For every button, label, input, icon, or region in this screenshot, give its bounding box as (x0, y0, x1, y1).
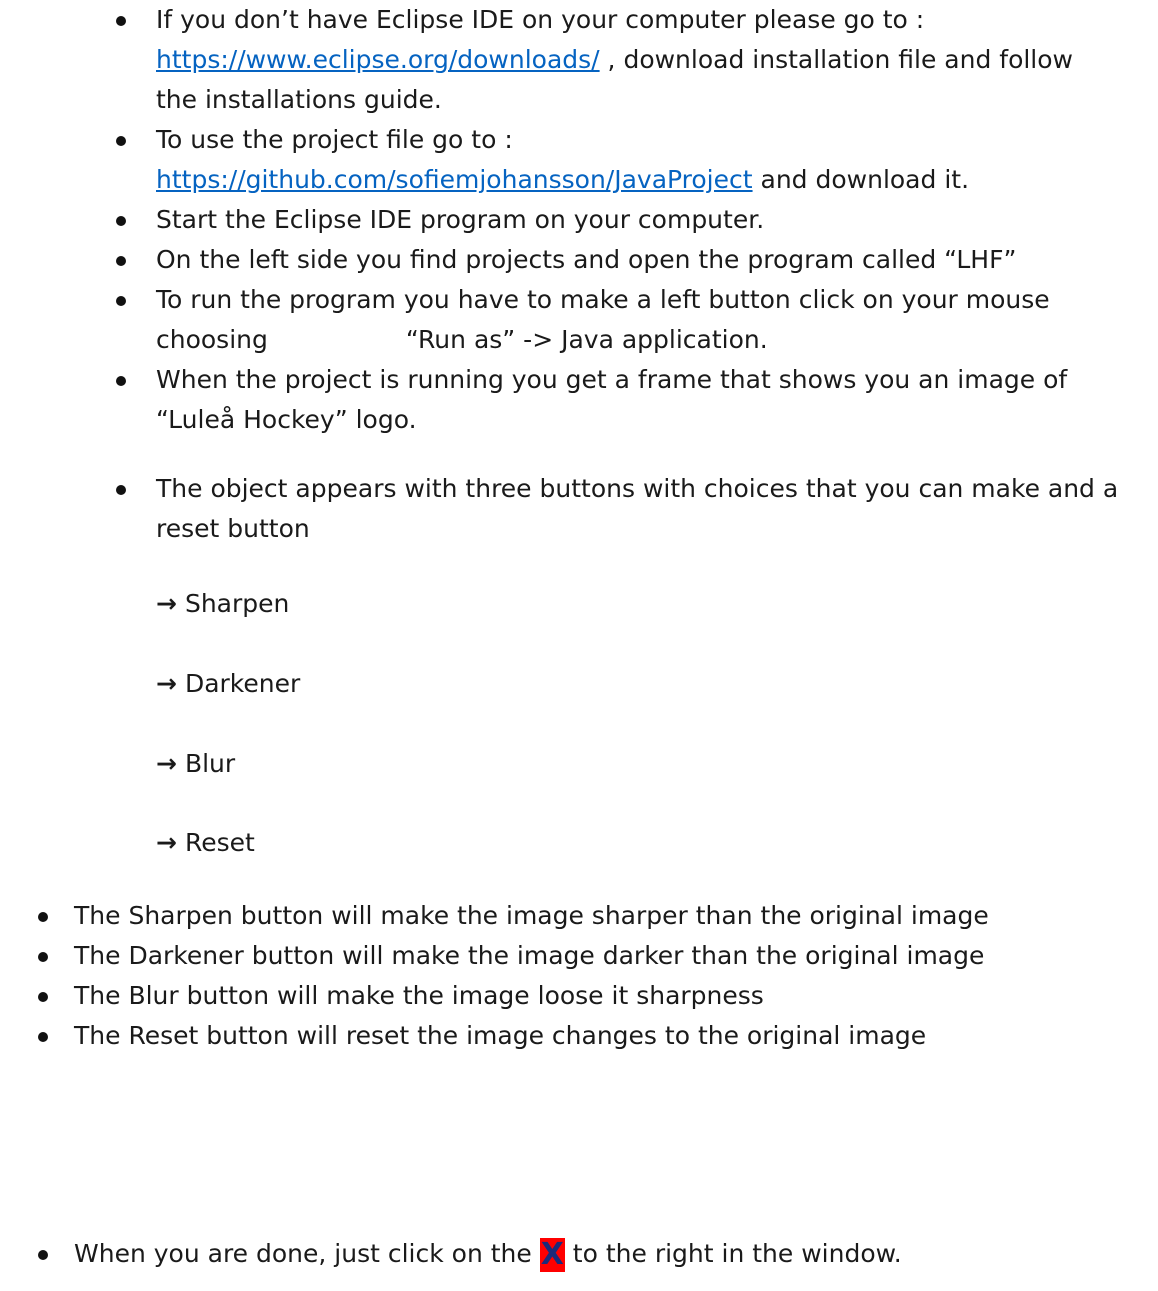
step-run-program-line2: choosing “Run as” -> Java application. (156, 320, 768, 360)
step-text: The object appears with three buttons wi… (156, 474, 1119, 503)
bullet-icon (38, 1032, 48, 1042)
step-buttons: The object appears with three buttons wi… (156, 469, 1118, 509)
close-x-icon: X (539, 1237, 565, 1272)
step-start-eclipse: Start the Eclipse IDE program on your co… (156, 200, 764, 240)
arrow-right-icon: → (156, 828, 177, 857)
step-text: and download it. (752, 165, 970, 194)
step-text: “Run as” -> Java application. (405, 325, 768, 354)
description-text: The Reset button will reset the image ch… (74, 1021, 927, 1050)
choice-item: → Sharpen (156, 584, 289, 624)
final-step: When you are done, just click on the X t… (74, 1234, 902, 1274)
eclipse-download-link[interactable]: https://www.eclipse.org/downloads/ (156, 45, 600, 74)
bullet-icon (116, 16, 126, 26)
choice-item: → Blur (156, 744, 235, 784)
bullet-icon (116, 376, 126, 386)
step-text: If you don’t have Eclipse IDE on your co… (156, 5, 925, 34)
step-eclipse-download: If you don’t have Eclipse IDE on your co… (156, 0, 924, 40)
choice-item: → Reset (156, 823, 255, 863)
arrow-right-icon: → (156, 669, 177, 698)
step-text: To run the program you have to make a le… (156, 285, 1050, 314)
choice-label: Blur (184, 749, 236, 778)
step-text: Start the Eclipse IDE program on your co… (156, 205, 765, 234)
step-project-file: To use the project file go to : (156, 120, 513, 160)
step-text: When you are done, just click on the (74, 1239, 540, 1268)
bullet-icon (38, 952, 48, 962)
step-frame: When the project is running you get a fr… (156, 360, 1067, 400)
step-text: choosing (156, 325, 268, 354)
bullet-icon (38, 992, 48, 1002)
description-reset: The Reset button will reset the image ch… (74, 1016, 926, 1056)
description-sharpen: The Sharpen button will make the image s… (74, 896, 989, 936)
step-project-file-line2: https://github.com/sofiemjohansson/JavaP… (156, 160, 969, 200)
bullet-icon (116, 136, 126, 146)
arrow-right-icon: → (156, 589, 177, 618)
description-text: The Sharpen button will make the image s… (74, 901, 989, 930)
bullet-icon (116, 296, 126, 306)
bullet-icon (116, 256, 126, 266)
github-project-link[interactable]: https://github.com/sofiemjohansson/JavaP… (156, 165, 753, 194)
step-text: reset button (156, 514, 310, 543)
step-eclipse-download-line2: https://www.eclipse.org/downloads/ , dow… (156, 40, 1073, 80)
description-text: The Blur button will make the image loos… (74, 981, 764, 1010)
step-frame-line2: “Luleå Hockey” logo. (156, 400, 417, 440)
step-text: “Luleå Hockey” logo. (156, 405, 417, 434)
step-text: When the project is running you get a fr… (156, 365, 1068, 394)
step-text: On the left side you find projects and o… (156, 245, 1017, 274)
step-buttons-line2: reset button (156, 509, 310, 549)
step-text: , download installation file and follow (599, 45, 1073, 74)
choice-label: Reset (184, 828, 255, 857)
description-text: The Darkener button will make the image … (74, 941, 985, 970)
step-text: the installations guide. (156, 85, 442, 114)
choice-label: Darkener (184, 669, 301, 698)
step-text: To use the project file go to : (156, 125, 513, 154)
step-eclipse-download-line3: the installations guide. (156, 80, 442, 120)
choice-label: Sharpen (184, 589, 290, 618)
bullet-icon (116, 216, 126, 226)
description-darkener: The Darkener button will make the image … (74, 936, 984, 976)
arrow-right-icon: → (156, 749, 177, 778)
step-text: to the right in the window. (564, 1239, 902, 1268)
step-open-program: On the left side you find projects and o… (156, 240, 1016, 280)
bullet-icon (116, 485, 126, 495)
bullet-icon (38, 912, 48, 922)
choice-item: → Darkener (156, 664, 300, 704)
step-run-program: To run the program you have to make a le… (156, 280, 1050, 320)
description-blur: The Blur button will make the image loos… (74, 976, 764, 1016)
bullet-icon (38, 1250, 48, 1260)
